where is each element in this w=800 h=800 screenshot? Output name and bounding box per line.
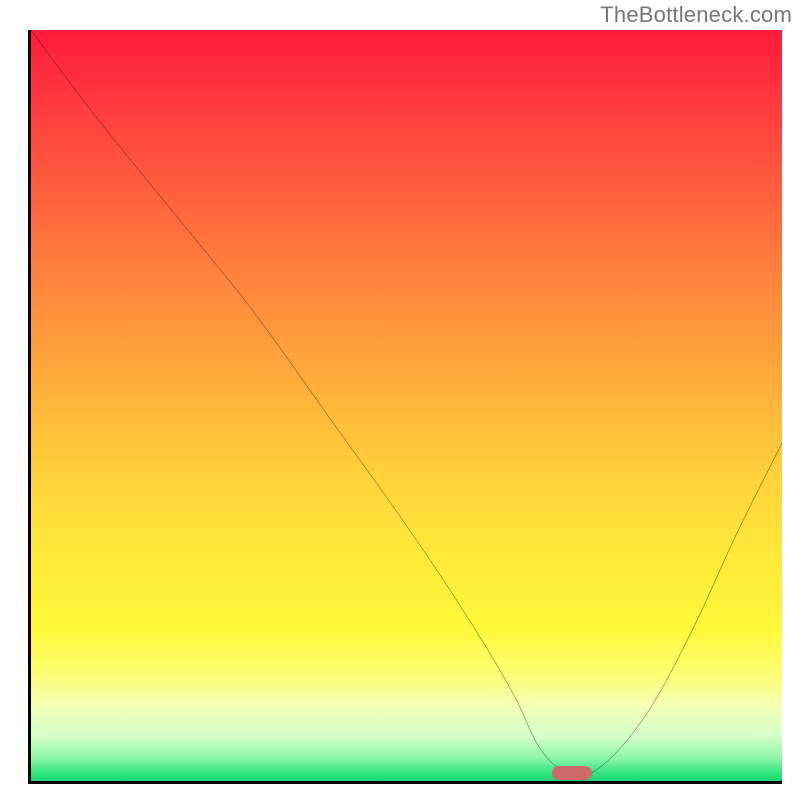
bottleneck-curve-path: [31, 30, 782, 775]
plot-area: [28, 30, 782, 784]
optimal-point-marker: [552, 766, 592, 780]
chart-container: TheBottleneck.com: [0, 0, 800, 800]
line-series: [31, 30, 782, 781]
watermark-text: TheBottleneck.com: [600, 2, 792, 28]
